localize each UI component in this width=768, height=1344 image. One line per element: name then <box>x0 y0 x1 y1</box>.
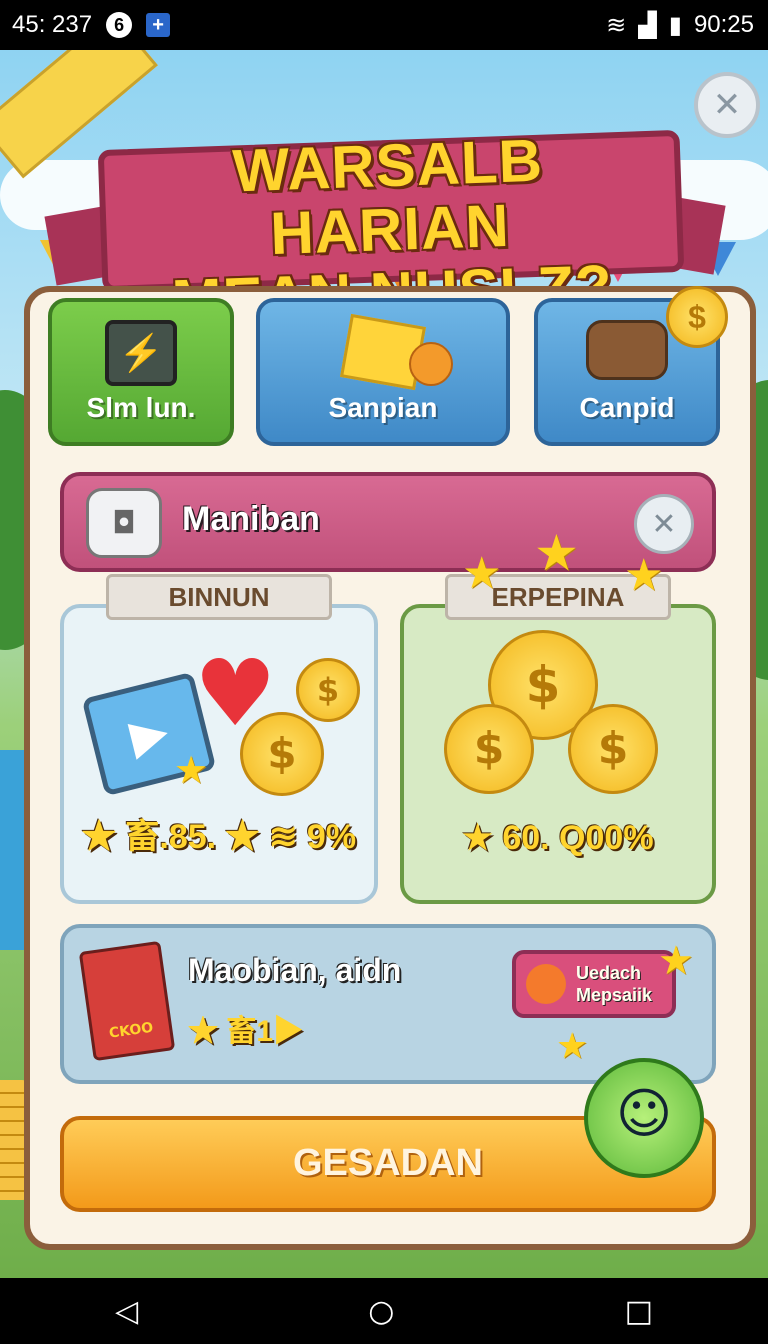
wifi-icon: ≋ <box>606 11 627 39</box>
chat-bubble-icon[interactable]: ☺ <box>584 1058 704 1178</box>
tab-sanpian[interactable]: Sanpian <box>256 298 510 446</box>
battery-icon: ▮ <box>668 11 682 39</box>
offer-reward: ★ 畜1▶ <box>188 1015 304 1048</box>
gold-cube-icon <box>340 313 453 391</box>
card-value: ★ 畜.85. ★ ≋ 9% <box>81 818 357 856</box>
gamepad-icon: ◘ <box>86 488 162 558</box>
orange-mascot-icon <box>409 342 453 386</box>
reward-card-erpepina[interactable]: ERPEPINA ★ ★ ★ $ $ $ ★ 60. Q00% <box>400 524 716 904</box>
notification-icon: 6 <box>106 12 133 38</box>
log-icon <box>586 320 668 380</box>
recents-icon[interactable]: □ <box>625 1294 653 1329</box>
plus-icon: + <box>146 13 171 37</box>
coin-icon: $ <box>666 286 728 348</box>
suitcase-icon: ⚡ <box>105 320 177 386</box>
title-banner: WARSALB HARIAN MEAN NUSLZ? <box>44 90 726 335</box>
coin-icon: $ <box>444 704 534 794</box>
fish-icon <box>526 964 566 1004</box>
navigation-bar: ◁ ○ □ <box>0 1278 768 1344</box>
tab-label: Canpid <box>579 392 675 423</box>
section-header: ◘ Maniban ✕ <box>60 472 716 572</box>
star-icon: ★ <box>534 524 579 582</box>
signal-icon: ▟ <box>638 11 657 39</box>
close-button[interactable]: ✕ <box>694 72 760 138</box>
card-value: ★ 60. Q00% <box>462 819 654 857</box>
star-icon: ★ <box>658 938 694 984</box>
coin-icon: $ <box>296 658 360 722</box>
back-icon[interactable]: ◁ <box>115 1294 138 1329</box>
section-close-button[interactable]: ✕ <box>634 494 694 554</box>
tab-label: Slm lun. <box>86 392 196 423</box>
home-icon[interactable]: ○ <box>368 1294 394 1329</box>
star-icon: ★ <box>624 550 664 601</box>
star-icon: ★ <box>462 548 502 599</box>
tab-label: Sanpian <box>328 392 438 423</box>
offer-title: Maobian, aidn <box>188 952 402 988</box>
star-icon: ★ <box>556 1026 589 1067</box>
coin-icon: $ <box>568 704 658 794</box>
status-time-left: 45: 237 <box>12 11 93 38</box>
reward-card-binnun[interactable]: BINNUN ▶ ♥ $ $ ★ ★ 畜.85. ★ ≋ 9% <box>60 574 378 904</box>
bonus-offer-row[interactable]: CKOO Maobian, aidn ★ 畜1▶ Uedach Mepsaiik… <box>60 924 716 1084</box>
card-tag: BINNUN <box>106 574 332 620</box>
offer-button-line-1: Uedach <box>576 963 642 983</box>
offer-button[interactable]: Uedach Mepsaiik <box>512 950 676 1018</box>
title-line-1: WARSALB HARIAN <box>231 126 544 268</box>
game-scene: WARSALB HARIAN MEAN NUSLZ? ✕ ⚡ Slm lun. … <box>0 50 768 1278</box>
offer-button-line-2: Mepsaiik <box>576 985 653 1005</box>
coin-icon: $ <box>240 712 324 796</box>
status-bar: 45: 237 6 + ≋ ▟ ▮ 90:25 <box>0 0 768 50</box>
star-icon: ★ <box>174 748 209 792</box>
status-clock: 90:25 <box>693 11 754 38</box>
tab-canpid[interactable]: $ Canpid <box>534 286 728 446</box>
section-label: Maniban <box>182 500 320 538</box>
tab-slm-lun[interactable]: ⚡ Slm lun. <box>48 298 234 446</box>
sticker-book-icon: CKOO <box>78 940 176 1062</box>
book-label: CKOO <box>108 1019 155 1042</box>
